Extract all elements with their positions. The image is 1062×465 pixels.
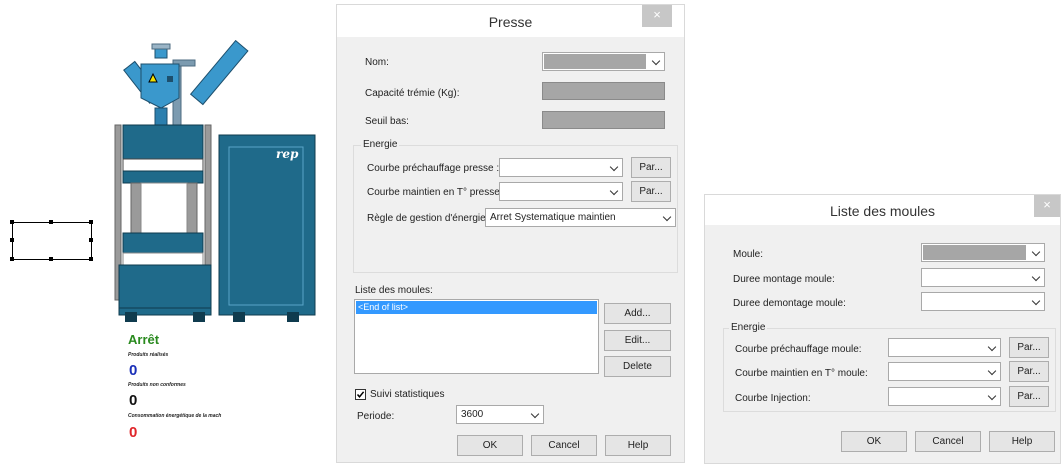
demontage-dropdown[interactable]: [921, 292, 1045, 311]
edit-button[interactable]: Edit...: [604, 330, 671, 351]
presse-titlebar: Presse ×: [337, 5, 684, 37]
resize-handle[interactable]: [10, 220, 14, 224]
stat-label-produits-non-conformes: Produits non conformes: [128, 382, 186, 388]
liste-moules-label: Liste des moules:: [355, 285, 433, 296]
chevron-down-icon: [609, 162, 619, 171]
resize-handle[interactable]: [10, 238, 14, 242]
moules-ok-button[interactable]: OK: [841, 431, 907, 452]
chevron-down-icon: [530, 409, 540, 418]
resize-handle[interactable]: [10, 257, 14, 261]
checkmark-icon: [356, 391, 365, 398]
machine-panel: rep Arrêt Produits réalisés 0 Produits n…: [0, 0, 335, 465]
chevron-down-icon: [1031, 296, 1041, 305]
ok-button[interactable]: OK: [457, 435, 523, 456]
moule-dropdown[interactable]: [921, 243, 1045, 262]
injection-label: Courbe Injection:: [735, 393, 811, 404]
courbe-prechauffage-dropdown[interactable]: [499, 158, 623, 177]
montage-dropdown[interactable]: [921, 268, 1045, 287]
regle-label: Règle de gestion d'énergie:: [367, 213, 489, 224]
resize-handle[interactable]: [89, 220, 93, 224]
machine-status: Arrêt: [128, 332, 160, 347]
par-prechauffage-button[interactable]: Par...: [631, 157, 671, 178]
nom-label: Nom:: [365, 57, 389, 68]
presse-dialog: Presse × Nom: Capacité trémie (Kg): Seui…: [336, 4, 685, 463]
chevron-down-icon: [987, 342, 997, 351]
close-icon[interactable]: ×: [642, 5, 672, 27]
chevron-down-icon: [651, 56, 661, 65]
demontage-label: Duree demontage moule:: [733, 298, 846, 309]
capacite-label: Capacité trémie (Kg):: [365, 88, 460, 99]
regle-value: Arret Systematique maintien: [490, 212, 616, 223]
delete-button[interactable]: Delete: [604, 356, 671, 377]
help-button[interactable]: Help: [605, 435, 671, 456]
suivi-label: Suivi statistiques: [370, 389, 445, 400]
liste-moules-dialog: Liste des moules × Moule: Duree montage …: [704, 194, 1061, 464]
par-maintien-button[interactable]: Par...: [631, 181, 671, 202]
chevron-down-icon: [609, 186, 619, 195]
seuil-label: Seuil bas:: [365, 116, 409, 127]
prechauffage-moule-label: Courbe préchauffage moule:: [735, 344, 862, 355]
stat-value-produits-realises: 0: [129, 362, 138, 379]
moules-cancel-button[interactable]: Cancel: [915, 431, 981, 452]
resize-handle[interactable]: [89, 238, 93, 242]
brand-logo: rep: [276, 147, 299, 161]
cancel-button[interactable]: Cancel: [531, 435, 597, 456]
moule-label: Moule:: [733, 249, 764, 260]
chevron-down-icon: [987, 391, 997, 400]
resize-handle[interactable]: [49, 220, 53, 224]
moules-titlebar: Liste des moules ×: [705, 195, 1060, 225]
maintien-moule-label: Courbe maintien en T° moule:: [735, 368, 868, 379]
chevron-down-icon: [987, 366, 997, 375]
moules-listbox[interactable]: <End of list>: [354, 299, 599, 374]
chevron-down-icon: [1031, 247, 1041, 256]
periode-label: Periode:: [357, 411, 395, 422]
montage-label: Duree montage moule:: [733, 274, 835, 285]
moules-energie-title: Energie: [729, 322, 768, 333]
moules-help-button[interactable]: Help: [989, 431, 1055, 452]
courbe-maintien-dropdown[interactable]: [499, 182, 623, 201]
par-maintien-moule-button[interactable]: Par...: [1009, 361, 1049, 382]
suivi-checkbox[interactable]: [355, 389, 366, 400]
capacite-field[interactable]: [542, 82, 665, 100]
periode-value: 3600: [461, 409, 484, 420]
energie-title: Energie: [361, 139, 400, 150]
stat-label-consommation: Consommation énergétique de la mach: [128, 413, 222, 419]
resize-handle[interactable]: [49, 257, 53, 261]
list-item[interactable]: <End of list>: [356, 301, 597, 314]
moules-title: Liste des moules: [829, 203, 936, 219]
par-injection-button[interactable]: Par...: [1009, 386, 1049, 407]
stat-value-produits-non-conformes: 0: [129, 392, 138, 409]
resize-handle[interactable]: [89, 257, 93, 261]
add-button[interactable]: Add...: [604, 303, 671, 324]
prechauffage-moule-dropdown[interactable]: [888, 338, 1001, 357]
moule-value-redacted: [923, 245, 1026, 260]
press-machine-illustration[interactable]: [95, 40, 320, 325]
injection-dropdown[interactable]: [888, 387, 1001, 406]
seuil-field[interactable]: [542, 111, 665, 129]
nom-dropdown[interactable]: [542, 52, 665, 71]
courbe-maintien-label: Courbe maintien en T° presse :: [367, 187, 506, 198]
courbe-prechauffage-label: Courbe préchauffage presse :: [367, 163, 500, 174]
chevron-down-icon: [662, 212, 672, 221]
stat-label-produits-realises: Produits réalisés: [128, 352, 169, 358]
close-icon[interactable]: ×: [1034, 195, 1060, 217]
par-prechauffage-moule-button[interactable]: Par...: [1009, 337, 1049, 358]
presse-title: Presse: [488, 14, 533, 30]
nom-value-redacted: [544, 54, 646, 69]
stat-value-consommation: 0: [129, 424, 138, 441]
periode-dropdown[interactable]: 3600: [456, 405, 544, 424]
selection-rectangle[interactable]: [12, 222, 92, 260]
maintien-moule-dropdown[interactable]: [888, 362, 1001, 381]
regle-dropdown[interactable]: Arret Systematique maintien: [485, 208, 676, 227]
chevron-down-icon: [1031, 272, 1041, 281]
